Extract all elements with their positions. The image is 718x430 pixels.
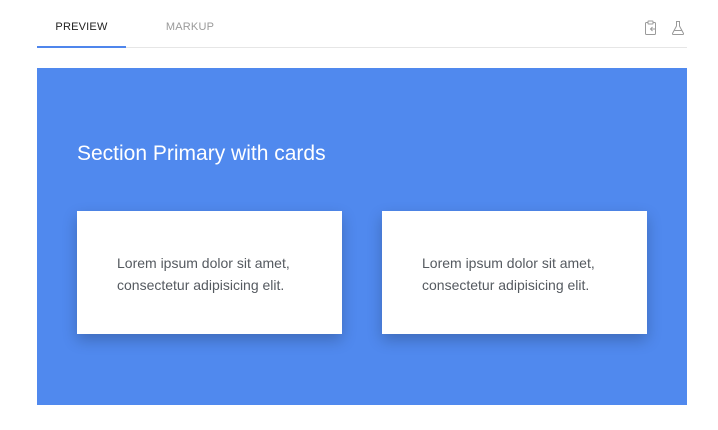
card-text: Lorem ipsum dolor sit amet, consectetur … (422, 255, 595, 293)
section-title: Section Primary with cards (77, 142, 326, 165)
page: PREVIEW MARKUP Section Primary with card… (0, 0, 718, 430)
card: Lorem ipsum dolor sit amet, consectetur … (382, 211, 647, 334)
tab-markup[interactable]: MARKUP (154, 0, 226, 48)
card: Lorem ipsum dolor sit amet, consectetur … (77, 211, 342, 334)
section-primary: Section Primary with cards Lorem ipsum d… (37, 68, 687, 405)
clipboard-icon[interactable] (643, 20, 659, 36)
flask-icon[interactable] (670, 20, 686, 36)
tab-preview[interactable]: PREVIEW (37, 0, 126, 48)
tab-bar: PREVIEW MARKUP (37, 0, 687, 48)
card-text: Lorem ipsum dolor sit amet, consectetur … (117, 255, 290, 293)
